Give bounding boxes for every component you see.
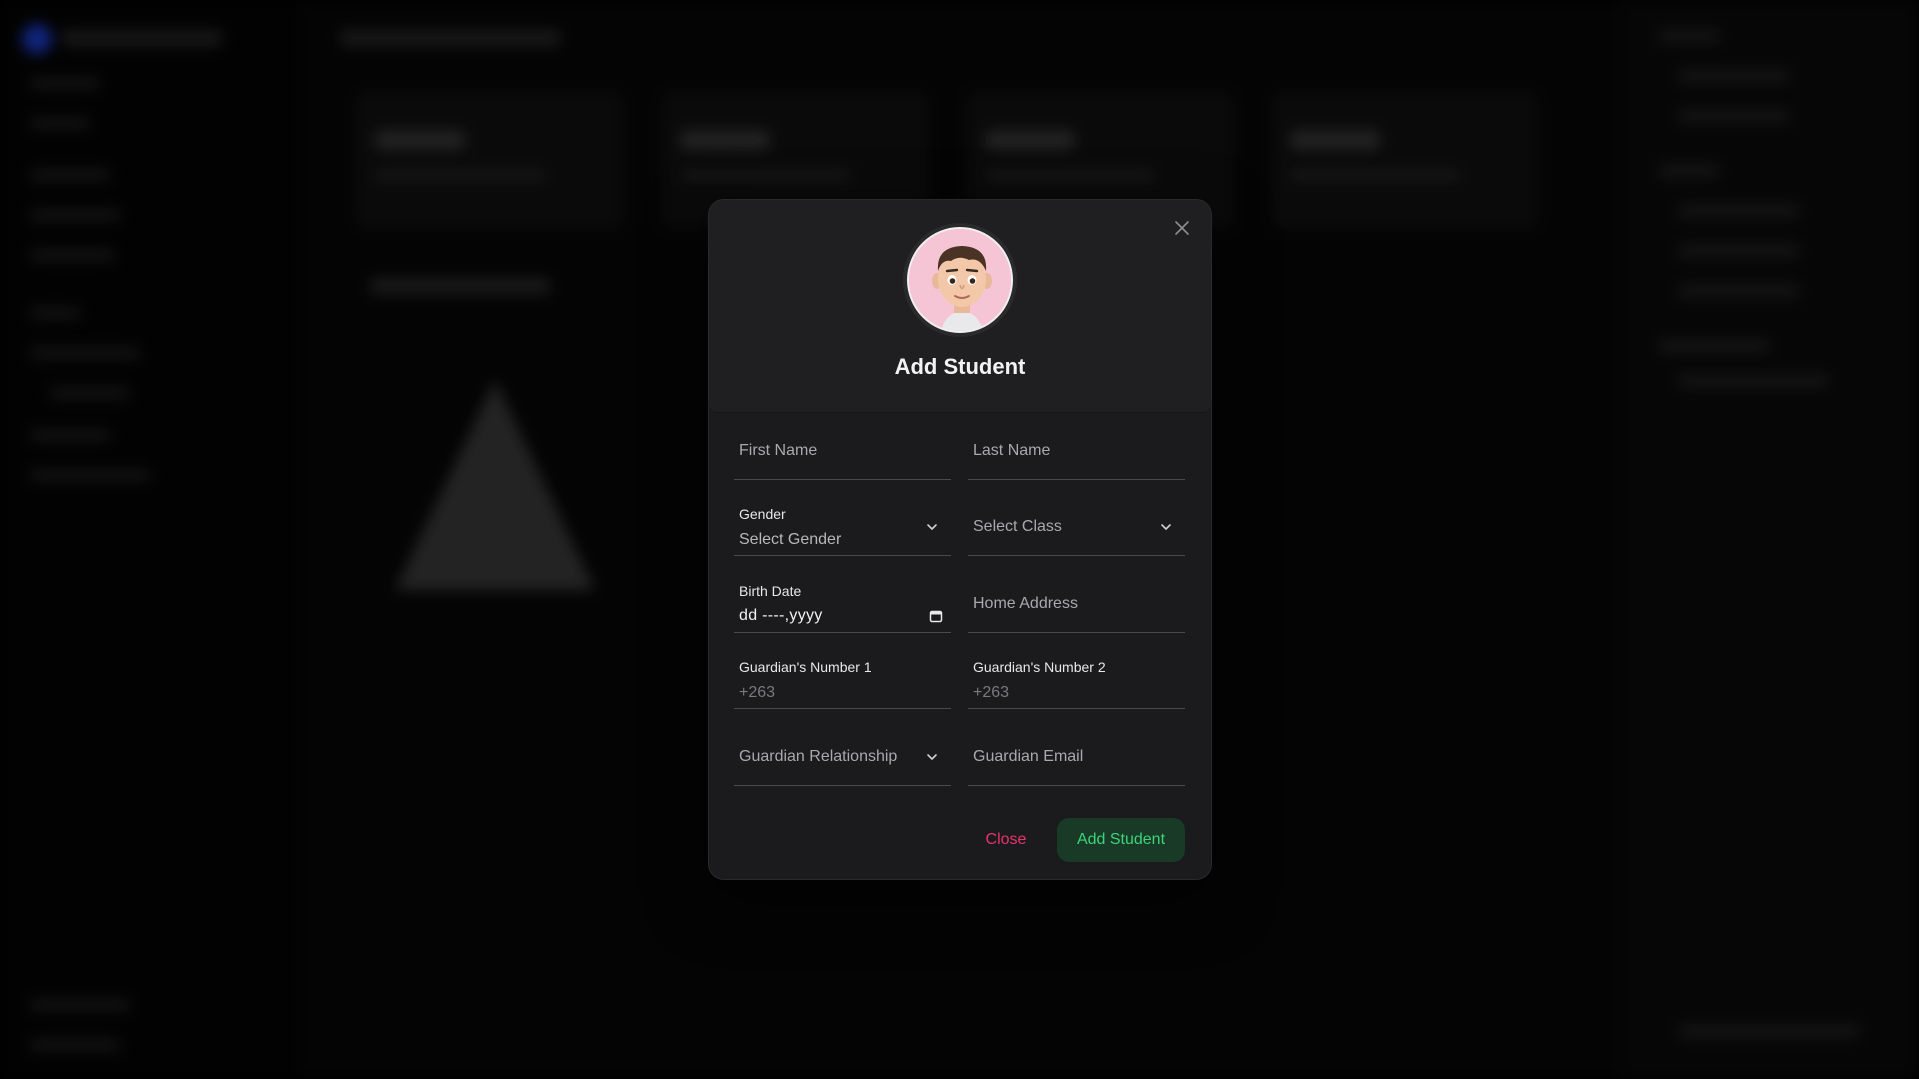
chevron-down-icon: [927, 524, 937, 530]
guardian-relationship-value: Guardian Relationship: [739, 748, 898, 765]
chevron-down-icon: [927, 754, 937, 760]
last-name-placeholder: Last Name: [973, 442, 1051, 459]
gender-value: Select Gender: [739, 531, 842, 548]
close-button[interactable]: Close: [973, 818, 1039, 862]
add-student-button[interactable]: Add Student: [1057, 818, 1185, 862]
last-name-field[interactable]: Last Name: [968, 422, 1185, 480]
add-student-dialog: Add Student First Name Last Name Gender …: [708, 199, 1212, 880]
guardian-relationship-select[interactable]: Guardian Relationship: [734, 728, 951, 786]
dialog-title: Add Student: [894, 354, 1026, 379]
calendar-icon[interactable]: [929, 609, 943, 623]
guardian-number-1-field[interactable]: Guardian's Number 1 +263: [734, 651, 951, 709]
gender-select[interactable]: Gender Select Gender: [734, 498, 951, 556]
guardian-number-2-field[interactable]: Guardian's Number 2 +263: [968, 651, 1185, 709]
birth-date-label: Birth Date: [739, 583, 802, 599]
birth-date-field[interactable]: Birth Date dd ----,yyyy: [734, 575, 951, 633]
dialog-header: Add Student: [709, 200, 1211, 413]
guardian-number-1-label: Guardian's Number 1: [739, 659, 872, 675]
avatar[interactable]: [903, 223, 1017, 337]
class-value: Select Class: [973, 518, 1062, 535]
avatar-image: [907, 227, 1013, 333]
close-icon[interactable]: [1169, 216, 1195, 242]
guardian-email-field[interactable]: Guardian Email: [968, 728, 1185, 786]
guardian-number-2-value: +263: [973, 684, 1010, 701]
first-name-placeholder: First Name: [739, 442, 818, 459]
birth-date-value: dd ----,yyyy: [739, 607, 823, 624]
home-address-field[interactable]: Home Address: [968, 575, 1185, 633]
chevron-down-icon: [1161, 524, 1171, 530]
class-select[interactable]: Select Class: [968, 498, 1185, 556]
home-address-placeholder: Home Address: [973, 595, 1078, 612]
guardian-email-placeholder: Guardian Email: [973, 748, 1084, 765]
gender-label: Gender: [739, 506, 786, 522]
guardian-number-1-value: +263: [739, 684, 776, 701]
guardian-number-2-label: Guardian's Number 2: [973, 659, 1106, 675]
first-name-field[interactable]: First Name: [734, 422, 951, 480]
